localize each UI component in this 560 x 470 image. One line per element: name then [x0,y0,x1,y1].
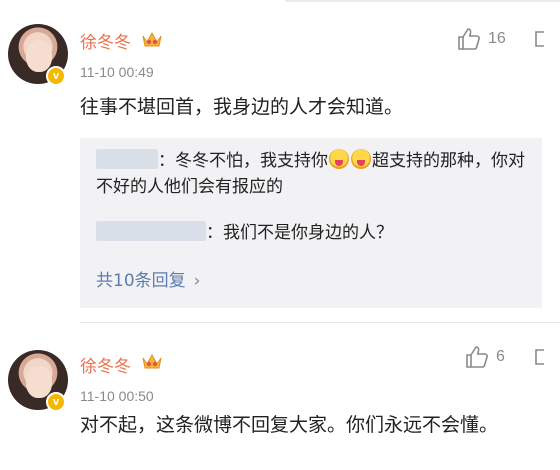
thumbs-up-icon [458,28,480,50]
comment-item: v 徐冬冬 11-10 00:50 6 对不起，这条微博不回复大家。你们永远不会… [0,330,560,470]
reply-text: ：我们不是你身边的人？ [206,223,393,243]
comment-timestamp: 11-10 00:49 [80,64,154,80]
like-button[interactable]: 6 [464,344,505,370]
comment-item: v 徐冬冬 11-10 00:49 16 往事不堪回首，我身边的人才会知道。 ：… [0,0,560,318]
reply-count-label: 共10条回复 [96,271,186,291]
comment-divider [80,322,560,323]
more-icon[interactable] [532,28,548,50]
view-replies-link[interactable]: 共10条回复 › [96,266,200,291]
verified-badge-icon: v [46,66,66,86]
more-icon[interactable] [532,346,548,368]
chevron-right-icon: › [193,271,201,291]
verified-badge-icon: v [46,392,66,412]
username[interactable]: 徐冬冬 [80,28,131,53]
like-count: 6 [496,348,505,365]
tongue-emoji-icon [351,149,371,169]
reply-item: ：冬冬不怕，我支持你 超支持的那种，你对不好的人他们会有报应的 [96,148,532,200]
reply-text: ：冬冬不怕，我支持你 [158,151,328,171]
tongue-emoji-icon [329,149,349,169]
blurred-username [96,221,206,241]
crown-badge-icon [142,31,162,47]
reply-item: ：我们不是你身边的人？ [96,220,532,246]
reply-box: ：冬冬不怕，我支持你 超支持的那种，你对不好的人他们会有报应的 ：我们不是你身边的… [80,138,542,308]
comment-timestamp: 11-10 00:50 [80,388,154,404]
comment-content: 往事不堪回首，我身边的人才会知道。 [80,96,404,118]
like-button[interactable]: 16 [456,26,506,52]
crown-badge-icon [142,353,162,369]
blurred-username [96,149,158,169]
username[interactable]: 徐冬冬 [80,352,131,377]
comment-content: 对不起，这条微博不回复大家。你们永远不会懂。 [80,414,499,436]
thumbs-up-icon [466,346,488,368]
like-count: 16 [488,30,506,47]
